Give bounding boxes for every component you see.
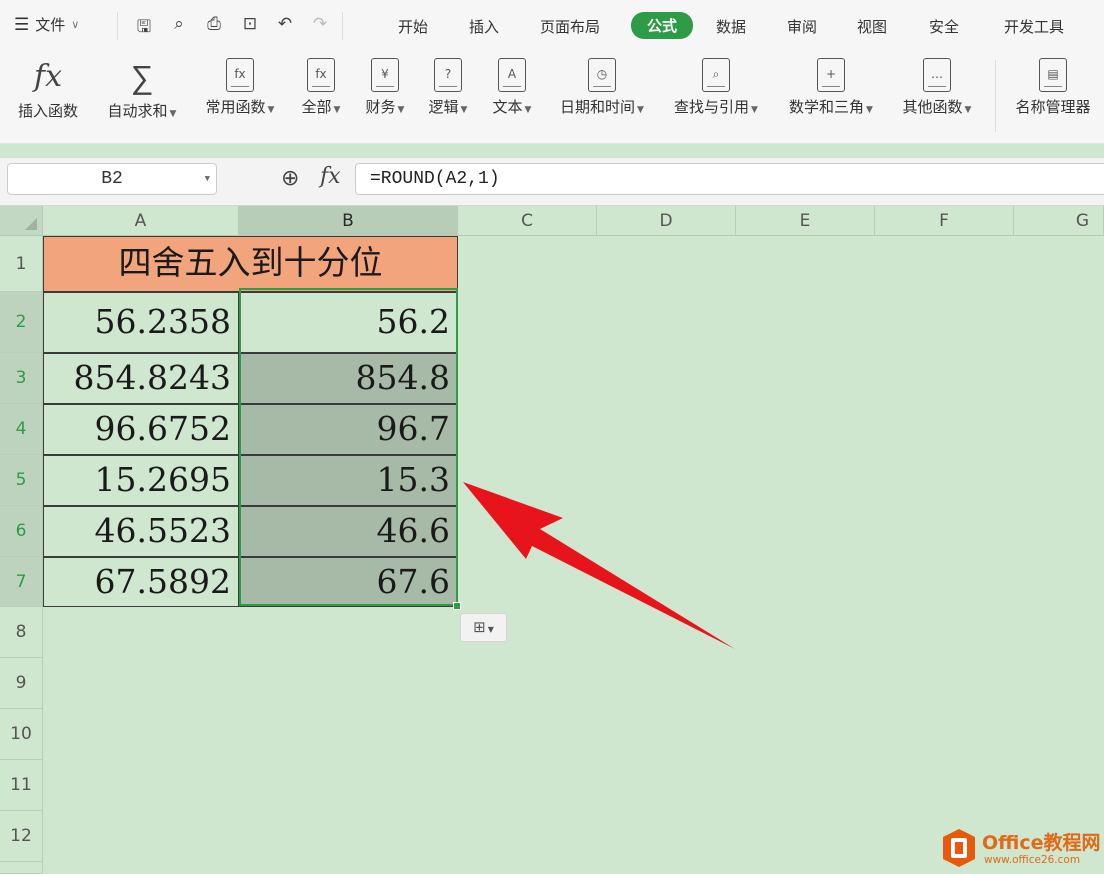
finance-button[interactable]: ¥ 财务 ▼ [360,58,410,117]
redo-icon[interactable]: ↷ [308,14,332,34]
office-logo-icon [943,829,975,867]
print-icon[interactable]: ⎙ [202,14,226,34]
save-icon[interactable]: 🖫 [132,14,156,43]
watermark-url: www.office26.com [984,854,1081,866]
logic-label: 逻辑 [428,98,459,116]
chevron-down-icon[interactable]: ▼ [205,164,210,194]
other-functions-icon: … [923,58,951,92]
formula-input[interactable]: =ROUND(A2,1) [355,163,1104,195]
all-functions-button[interactable]: fx 全部 ▼ [296,58,346,117]
ribbon-divider [995,60,996,132]
chevron-down-icon: ∨ [71,18,80,31]
watermark-title: Office教程网 [982,832,1101,854]
common-functions-icon: fx [226,58,254,92]
menu-bar: ☰ 文件 ∨ 🖫 ⌕ ⎙ ⊡ ↶ ↷ 开始 插入 页面布局 公式 数据 审阅 视… [0,0,1104,52]
datetime-icon: ◷ [588,58,616,92]
chevron-down-icon: ▼ [637,105,644,115]
print-preview-icon[interactable]: ⊡ [238,14,262,34]
tab-data[interactable]: 数据 [716,16,746,37]
spreadsheet-grid: A B C D E F G 1 2 3 4 5 6 7 8 9 10 11 12… [0,206,1104,874]
formula-bar: B2 ▼ ⊕ fx =ROUND(A2,1) [0,158,1104,206]
finance-icon: ¥ [371,58,399,92]
arrow-shape [463,482,735,649]
lookup-label: 查找与引用 [674,98,750,116]
tab-security[interactable]: 安全 [929,16,959,37]
zoom-icon[interactable]: ⊕ [281,166,307,192]
hamburger-icon: ☰ [14,14,30,35]
math-icon: + [817,58,845,92]
insert-function-button[interactable]: fx 插入函数 [12,58,84,121]
name-manager-label: 名称管理器 [1015,98,1091,116]
finance-label: 财务 [365,98,396,116]
name-manager-button[interactable]: ▤ 名称管理器 [1008,58,1098,117]
other-functions-label: 其他函数 [902,98,963,116]
autosum-label: 自动求和 [107,102,168,120]
math-label: 数学和三角 [789,98,865,116]
chevron-down-icon: ▼ [169,109,177,119]
red-arrow-annotation [463,482,735,649]
tab-view[interactable]: 视图 [857,16,887,37]
math-button[interactable]: + 数学和三角 ▼ [781,58,881,117]
watermark: Office教程网 www.office26.com [942,826,1102,872]
lookup-button[interactable]: ⌕ 查找与引用 ▼ [666,58,766,117]
tab-home[interactable]: 开始 [398,16,428,37]
undo-icon[interactable]: ↶ [273,14,297,34]
format-painter-icon[interactable]: ⌕ [167,14,191,34]
all-functions-icon: fx [307,58,335,92]
common-functions-button[interactable]: fx 常用函数 ▼ [198,58,282,117]
chevron-down-icon: ▼ [397,105,405,115]
datetime-button[interactable]: ◷ 日期和时间 ▼ [552,58,652,117]
all-functions-label: 全部 [301,98,332,116]
ribbon-formulas: fx 插入函数 ∑ 自动求和 ▼ fx 常用函数 ▼ fx 全部 ▼ ¥ 财务 ▼ ? … [0,52,1104,144]
autosum-button[interactable]: ∑ 自动求和 ▼ [100,58,184,121]
name-box-value: B2 [101,169,123,189]
tab-page-layout[interactable]: 页面布局 [540,16,600,37]
chevron-down-icon: ▼ [460,105,468,115]
chevron-down-icon: ▼ [866,105,873,115]
fx-icon[interactable]: fx [320,164,341,189]
text-functions-label: 文本 [492,98,523,116]
text-functions-button[interactable]: A 文本 ▼ [487,58,537,117]
file-menu-label: 文件 [35,16,66,34]
fx-icon: fx [33,59,63,94]
name-manager-icon: ▤ [1039,58,1067,92]
text-icon: A [498,58,526,92]
chevron-down-icon: ▼ [964,105,972,115]
menu-divider [117,12,118,40]
chevron-down-icon: ▼ [751,105,758,115]
insert-function-label: 插入函数 [17,102,78,120]
logic-icon: ? [434,58,462,92]
chevron-down-icon: ▼ [333,105,341,115]
menu-divider [342,12,343,40]
name-box[interactable]: B2 ▼ [7,163,217,195]
tab-formulas[interactable]: 公式 [631,12,694,39]
tab-review[interactable]: 审阅 [787,16,817,37]
sigma-icon: ∑ [130,58,154,96]
chevron-down-icon: ▼ [267,105,275,115]
lookup-icon: ⌕ [702,58,730,92]
file-menu-button[interactable]: ☰ 文件 ∨ [14,14,79,35]
datetime-label: 日期和时间 [560,98,636,116]
tab-developer[interactable]: 开发工具 [1004,16,1064,37]
chevron-down-icon: ▼ [524,105,532,115]
ribbon-gap [0,144,1104,158]
common-functions-label: 常用函数 [205,98,266,116]
other-functions-button[interactable]: … 其他函数 ▼ [895,58,979,117]
logic-button[interactable]: ? 逻辑 ▼ [423,58,473,117]
tab-insert[interactable]: 插入 [469,16,499,37]
